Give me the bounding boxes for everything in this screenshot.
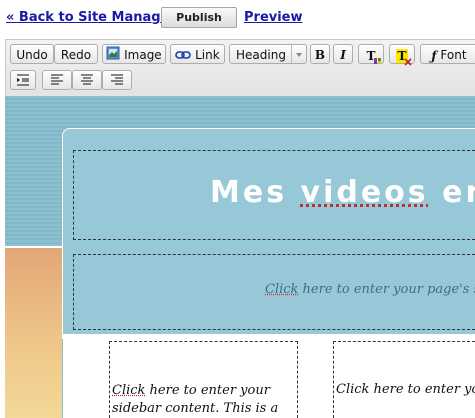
text-color-button[interactable]: T bbox=[358, 44, 384, 64]
indent-button[interactable] bbox=[10, 70, 36, 90]
undo-button[interactable]: Undo bbox=[10, 44, 54, 64]
clear-format-icon: T bbox=[395, 46, 413, 66]
italic-button[interactable]: I bbox=[333, 44, 353, 64]
site-title-region[interactable]: Mes videos en s bbox=[73, 150, 475, 240]
heading-dropdown[interactable]: Heading bbox=[229, 44, 307, 64]
link-button[interactable]: Link bbox=[170, 44, 225, 64]
publish-button[interactable]: Publish bbox=[161, 7, 237, 28]
editor-toolbar: Undo Redo Image Link Heading B I T T ƒ F… bbox=[5, 39, 475, 97]
align-right-icon bbox=[110, 72, 124, 92]
font-button[interactable]: ƒ Font bbox=[420, 44, 475, 64]
page-subtitle: Click here to enter your page's sub bbox=[265, 282, 475, 297]
image-button[interactable]: Image bbox=[102, 44, 166, 64]
sidebar-placeholder-text: Click here to enter your sidebar content… bbox=[112, 383, 279, 416]
indent-icon bbox=[16, 72, 30, 92]
top-navigation: « Back to Site Manager Publish Preview bbox=[0, 0, 475, 38]
align-left-button[interactable] bbox=[42, 70, 72, 90]
text-color-icon: T bbox=[367, 46, 382, 66]
bold-button[interactable]: B bbox=[310, 44, 330, 64]
site-title: Mes videos en s bbox=[210, 175, 475, 210]
sidebar-content-region[interactable]: Click here to enter your sidebar content… bbox=[109, 341, 298, 418]
link-icon bbox=[175, 46, 192, 66]
align-right-button[interactable] bbox=[102, 70, 132, 90]
clear-format-button[interactable]: T bbox=[389, 44, 415, 66]
redo-button[interactable]: Redo bbox=[54, 44, 98, 64]
font-icon: ƒ bbox=[431, 48, 437, 63]
back-to-site-manager-link[interactable]: « Back to Site Manager bbox=[6, 10, 176, 25]
main-content-region[interactable]: Click here to enter your bbox=[333, 341, 475, 418]
align-center-icon bbox=[80, 72, 94, 92]
image-icon bbox=[106, 46, 120, 66]
left-decorative-strip bbox=[5, 248, 62, 418]
link-button-label: Link bbox=[195, 48, 220, 62]
align-center-button[interactable] bbox=[72, 70, 102, 90]
heading-dropdown-label: Heading bbox=[236, 48, 286, 62]
main-placeholder-text: Click here to enter your bbox=[336, 382, 475, 397]
chevron-down-icon bbox=[291, 45, 306, 63]
page-subtitle-region[interactable]: Click here to enter your page's sub bbox=[73, 254, 475, 330]
align-left-icon bbox=[50, 72, 64, 92]
font-button-label: Font bbox=[440, 48, 467, 62]
image-button-label: Image bbox=[124, 48, 162, 62]
preview-link[interactable]: Preview bbox=[244, 10, 303, 25]
